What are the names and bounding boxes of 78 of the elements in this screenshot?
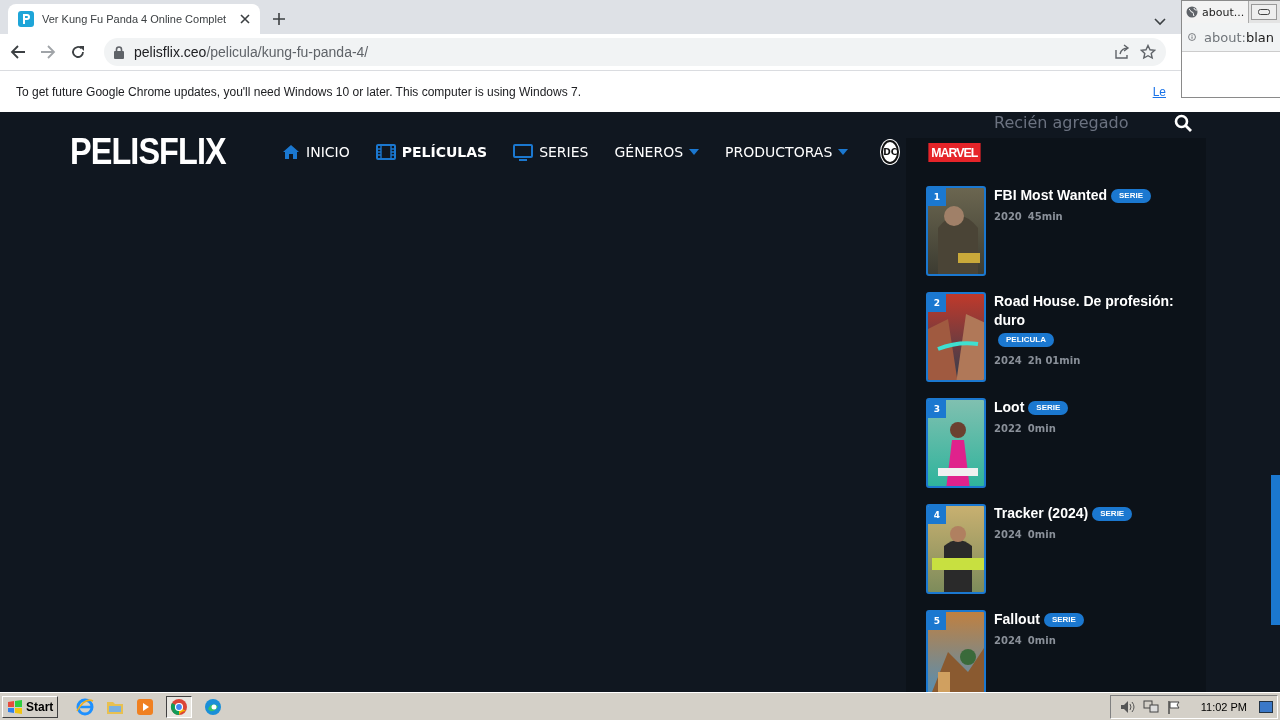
info-icon [1188,30,1197,44]
learn-more-link[interactable]: Le [1152,84,1166,99]
flag-icon[interactable] [1166,699,1181,714]
duration: 45min [1027,211,1063,222]
poster[interactable]: 2 [926,292,986,382]
dc-logo[interactable]: DC [881,140,900,164]
year: 2024 [994,635,1022,646]
nav-link[interactable]: GÉNEROS [601,138,713,166]
globe-icon [1186,6,1198,18]
popup-address-bar[interactable]: about:blan [1182,23,1280,52]
rank-number: 5 [928,612,946,630]
share-icon[interactable] [1114,44,1130,60]
search-icon [1174,113,1192,132]
item-title[interactable]: Tracker (2024) [994,504,1089,523]
network-icon[interactable] [1142,699,1159,714]
caret-down-icon [689,149,700,155]
site-favicon [18,11,34,27]
item-title[interactable]: Loot [994,398,1025,417]
lock-icon [114,45,124,59]
edge-icon[interactable] [204,697,223,716]
year: 2024 [994,529,1022,540]
duration: 0min [1027,529,1056,540]
minimize-icon [1258,9,1271,15]
item-title[interactable]: FBI Most Wanted [994,186,1108,205]
tab-title: Ver Kung Fu Panda 4 Online Complet [42,13,227,25]
home-icon [282,144,301,160]
search-button[interactable] [1174,113,1192,132]
duration: 0min [1027,423,1056,434]
type-badge: SERIE [1028,401,1069,415]
rank-number: 4 [928,506,946,524]
close-icon[interactable] [240,14,250,24]
item-title[interactable]: Road House. De profesión: duro [994,292,1189,330]
poster[interactable]: 3 [926,398,986,488]
chevron-down-icon[interactable] [1154,18,1166,26]
year: 2022 [994,423,1022,434]
start-button[interactable]: Start [2,695,59,718]
speaker-icon[interactable] [1118,699,1135,714]
plus-icon [272,12,286,26]
year: 2020 [994,211,1022,222]
type-badge: PELICULA [998,333,1054,347]
monitor-icon [513,143,534,161]
address-bar[interactable]: pelisflix.ceo/pelicula/kung-fu-panda-4/ [104,38,1166,66]
show-desktop-icon[interactable] [1259,700,1273,713]
clock[interactable]: 11:02 PM [1200,700,1247,713]
popup-tab[interactable]: about... [1182,1,1250,23]
poster[interactable]: 5 [926,610,986,692]
back-icon[interactable] [10,44,26,60]
new-tab-button[interactable] [270,10,288,28]
nav-link[interactable]: SERIES [500,137,602,167]
minimize-button[interactable] [1251,4,1278,20]
search-field[interactable]: Recién agregado [992,112,1174,133]
type-badge: SERIE [1043,613,1084,627]
nav-link[interactable]: INICIO [269,138,363,166]
rank-number: 1 [928,188,946,206]
browser-tab[interactable]: Ver Kung Fu Panda 4 Online Complet [8,4,260,34]
star-icon[interactable] [1140,44,1156,60]
nav-link[interactable]: PELÍCULAS [362,138,501,166]
type-badge: SERIE [1111,189,1152,203]
item-title[interactable]: Fallout [994,610,1040,629]
scrollbar-thumb[interactable] [1271,475,1280,625]
site-logo[interactable]: PELISFLIX [70,131,226,173]
chrome-taskbar-button[interactable] [166,695,193,718]
poster[interactable]: 1 [926,186,986,276]
rank-number: 3 [928,400,946,418]
year: 2024 [994,355,1022,366]
caret-down-icon [838,149,849,155]
reload-icon[interactable] [70,44,86,60]
rank-number: 2 [928,294,946,312]
poster[interactable]: 4 [926,504,986,594]
duration: 2h 01min [1027,355,1081,366]
duration: 0min [1027,635,1056,646]
film-icon [375,144,396,160]
type-badge: SERIE [1092,507,1133,521]
windows-flag-icon [7,699,23,714]
nav-link[interactable]: PRODUCTORAS [712,138,862,166]
update-message: To get future Google Chrome updates, you'll need Windows 10 or later. This computer is using Windows 7. [16,84,582,99]
media-player-icon[interactable] [136,697,155,716]
chrome-icon [170,697,189,716]
